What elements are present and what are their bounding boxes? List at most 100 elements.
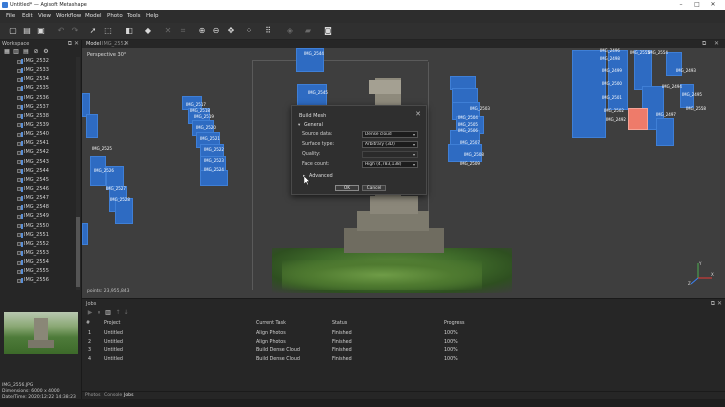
advanced-section-header[interactable]: Advanced — [309, 174, 333, 179]
zoom-in-icon[interactable]: ⊕ — [197, 26, 207, 36]
camera-marker[interactable] — [200, 170, 228, 186]
camera-marker[interactable] — [634, 50, 652, 90]
reset-view-icon[interactable]: ⁘ — [244, 26, 254, 36]
table-row[interactable]: 1 Untitled Align Photos Finished 100% — [82, 330, 725, 339]
zoom-out-icon[interactable]: ⊖ — [211, 26, 221, 36]
camera-list-item[interactable]: IMG_2542 — [0, 148, 76, 157]
camera-list-item[interactable]: IMG_2555 — [0, 267, 76, 276]
undo-icon[interactable]: ↶ — [56, 26, 66, 36]
capture-icon[interactable]: ◙ — [323, 26, 333, 36]
camera-marker[interactable] — [82, 223, 88, 245]
camera-list-item[interactable]: IMG_2546 — [0, 185, 76, 194]
table-row[interactable]: 2 Untitled Align Photos Finished 100% — [82, 339, 725, 348]
navigate-icon[interactable]: ✥ — [226, 26, 236, 36]
camera-marker[interactable] — [86, 114, 98, 138]
points-icon[interactable]: ◈ — [285, 26, 295, 36]
menu-help[interactable]: Help — [146, 13, 159, 19]
open-icon[interactable]: ▤ — [22, 26, 32, 36]
grid-icon[interactable]: ⠿ — [263, 26, 273, 36]
table-row[interactable]: 3 Untitled Build Dense Cloud Finished 100% — [82, 347, 725, 356]
camera-list-item[interactable]: IMG_2539 — [0, 121, 76, 130]
delete-icon[interactable]: ✕ — [163, 26, 173, 36]
camera-list-item[interactable]: IMG_2540 — [0, 130, 76, 139]
menu-photo[interactable]: Photo — [107, 13, 123, 19]
ok-button[interactable]: OK — [335, 185, 359, 191]
viewport-undock-icon[interactable]: ⧉ — [702, 40, 706, 48]
camera-list-item[interactable]: IMG_2534 — [0, 75, 76, 84]
select-icon[interactable]: ➚ — [88, 26, 98, 36]
menu-file[interactable]: File — [6, 13, 15, 19]
camera-list-item[interactable]: IMG_2552 — [0, 240, 76, 249]
camera-marker[interactable] — [572, 50, 606, 138]
menu-view[interactable]: View — [38, 13, 51, 19]
tab-photos[interactable]: Photos — [85, 393, 101, 398]
camera-list-item[interactable]: IMG_2533 — [0, 66, 76, 75]
camera-list-item[interactable]: IMG_2543 — [0, 158, 76, 167]
cancel-button[interactable]: Cancel — [362, 185, 386, 191]
maximize-button[interactable]: □ — [692, 1, 702, 9]
source-data-select[interactable]: Dense cloud ▾ — [362, 131, 418, 138]
scrollbar-thumb[interactable] — [76, 217, 80, 287]
camera-marker[interactable] — [297, 84, 327, 106]
viewport-close-icon[interactable]: ✕ — [714, 40, 719, 47]
dialog-close-icon[interactable]: ✕ — [415, 110, 421, 118]
new-icon[interactable]: ▢ — [8, 26, 18, 36]
menu-edit[interactable]: Edit — [22, 13, 33, 19]
camera-list-item[interactable]: IMG_2544 — [0, 167, 76, 176]
camera-tool-icon[interactable]: ◧ — [124, 26, 134, 36]
redo-icon[interactable]: ↷ — [70, 26, 80, 36]
tab-close-icon[interactable]: ✕ — [124, 40, 129, 47]
camera-list-item[interactable]: IMG_2538 — [0, 112, 76, 121]
add-chunk-icon[interactable]: ▦ — [3, 48, 11, 56]
add-folder-icon[interactable]: ▤ — [22, 48, 30, 56]
workspace-panel-controls-icon[interactable]: ⧉ ✕ — [68, 40, 79, 48]
column-header[interactable]: Current Task — [256, 321, 286, 326]
move-down-icon[interactable]: ↓ — [122, 309, 130, 317]
camera-list-item[interactable]: IMG_2550 — [0, 222, 76, 231]
camera-list-item[interactable]: IMG_2535 — [0, 84, 76, 93]
tab-jobs[interactable]: Jobs — [124, 393, 133, 398]
camera-list-item[interactable]: IMG_2556 — [0, 276, 76, 285]
table-row[interactable]: 4 Untitled Build Dense Cloud Finished 100% — [82, 356, 725, 365]
crop-icon[interactable]: ⌗ — [178, 26, 188, 36]
surface-type-select[interactable]: Arbitrary (3D) ▾ — [362, 141, 418, 148]
camera-marker[interactable] — [656, 118, 674, 146]
camera-list-item[interactable]: IMG_2537 — [0, 103, 76, 112]
column-header[interactable]: # — [86, 321, 90, 326]
settings-icon[interactable]: ⚙ — [42, 48, 50, 56]
save-icon[interactable]: ▣ — [36, 26, 46, 36]
move-up-icon[interactable]: ↑ — [114, 309, 122, 317]
camera-list-item[interactable]: IMG_2532 — [0, 57, 76, 66]
menu-tools[interactable]: Tools — [127, 13, 141, 19]
face-count-select[interactable]: High (4,783,138) ▾ — [362, 161, 418, 168]
camera-list-item[interactable]: IMG_2541 — [0, 139, 76, 148]
play-icon[interactable]: ▶ — [86, 309, 94, 317]
general-collapse-icon[interactable]: ▾ — [298, 123, 300, 128]
general-section-header[interactable]: General — [304, 123, 323, 128]
workspace-scrollbar[interactable] — [76, 57, 80, 290]
camera-marker-selected[interactable] — [628, 108, 648, 130]
camera-list-item[interactable]: IMG_2536 — [0, 94, 76, 103]
menu-model[interactable]: Model — [85, 13, 102, 19]
add-photos-icon[interactable]: ▥ — [12, 48, 20, 56]
region-icon[interactable]: ◆ — [143, 26, 153, 36]
camera-list-item[interactable]: IMG_2548 — [0, 203, 76, 212]
camera-list-item[interactable]: IMG_2553 — [0, 249, 76, 258]
camera-list-item[interactable]: IMG_2554 — [0, 258, 76, 267]
tab-model[interactable]: Model — [86, 41, 101, 47]
tab-console[interactable]: Console — [104, 393, 122, 398]
camera-list-item[interactable]: IMG_2547 — [0, 194, 76, 203]
pause-icon[interactable]: ⏸ — [95, 309, 103, 317]
close-button[interactable]: ✕ — [708, 1, 718, 9]
camera-list-item[interactable]: IMG_2545 — [0, 176, 76, 185]
remove-item-icon[interactable]: ⊘ — [32, 48, 40, 56]
minimize-button[interactable]: – — [676, 1, 686, 9]
quality-select[interactable]: ▾ — [362, 151, 418, 158]
jobs-panel-controls-icon[interactable]: ⧉ ✕ — [711, 300, 722, 308]
photo-thumbnail[interactable] — [4, 312, 78, 354]
camera-list-item[interactable]: IMG_2549 — [0, 212, 76, 221]
rect-select-icon[interactable]: ⬚ — [103, 26, 113, 36]
menu-workflow[interactable]: Workflow — [56, 13, 81, 19]
model-icon[interactable]: ▰ — [303, 26, 313, 36]
column-header[interactable]: Status — [332, 321, 347, 326]
